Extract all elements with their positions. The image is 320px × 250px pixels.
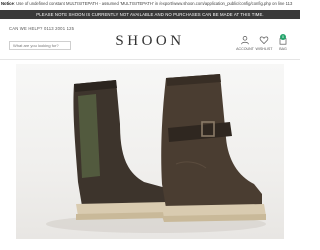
buckle-boot-graphic [161, 74, 266, 222]
wishlist-link[interactable]: WISHLIST [254, 35, 274, 51]
account-link[interactable]: ACCOUNT [235, 35, 255, 51]
boots-illustration [46, 74, 266, 233]
wishlist-label: WISHLIST [255, 47, 273, 51]
php-notice: Notice: Use of undefined constant MULTIS… [0, 0, 300, 8]
help-phone-line[interactable]: CAN WE HELP? 0113 2001 125 [9, 26, 74, 31]
heart-icon [259, 36, 269, 45]
bag-link[interactable]: 0 BAG [273, 34, 293, 51]
person-icon [241, 36, 249, 45]
notice-label: Notice [1, 1, 14, 6]
chelsea-boot-graphic [73, 80, 170, 220]
account-label: ACCOUNT [236, 47, 254, 51]
notice-text: : Use of undefined constant MULTISITEPAT… [13, 1, 293, 6]
bag-label: BAG [279, 47, 287, 51]
announcement-bar: PLEASE NOTE SHOON IS CURRENTLY NOT AVAIL… [0, 10, 300, 19]
bag-count-badge: 0 [280, 34, 286, 40]
hero-banner-image[interactable] [16, 64, 284, 239]
header-divider [0, 59, 300, 60]
search-input[interactable] [9, 41, 71, 50]
